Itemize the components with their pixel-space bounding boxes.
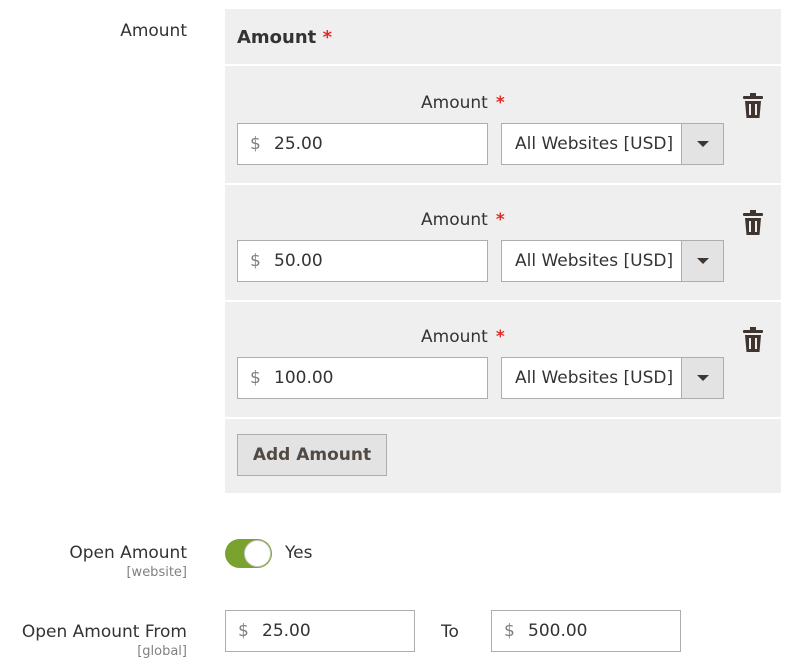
website-select-value: All Websites [USD] xyxy=(515,134,674,154)
amount-value[interactable]: 100.00 xyxy=(274,368,333,388)
currency-symbol: $ xyxy=(250,134,261,154)
website-select[interactable]: All Websites [USD] xyxy=(501,123,724,165)
open-amount-label: Open Amount xyxy=(69,543,187,563)
website-select-value: All Websites [USD] xyxy=(515,368,674,388)
open-amount-from-scope: [global] xyxy=(137,644,187,659)
amount-panel-title: Amount * xyxy=(237,27,332,48)
amount-row-label: Amount * xyxy=(421,93,505,113)
website-select[interactable]: All Websites [USD] xyxy=(501,357,724,399)
amount-field-label: Amount xyxy=(120,21,187,41)
open-amount-from-input[interactable]: $ 25.00 xyxy=(225,610,415,652)
amount-row-label-text: Amount xyxy=(421,327,488,347)
amount-row: Amount * $ 25.00 All Websites [USD] xyxy=(225,68,781,185)
website-select[interactable]: All Websites [USD] xyxy=(501,240,724,282)
amount-panel-title-text: Amount xyxy=(237,27,317,48)
amount-price-input[interactable]: $ 25.00 xyxy=(237,123,488,165)
amount-panel-header: Amount * xyxy=(225,9,781,66)
chevron-down-icon[interactable] xyxy=(681,358,723,398)
open-amount-toggle[interactable] xyxy=(225,539,272,568)
add-amount-button[interactable]: Add Amount xyxy=(237,434,387,476)
amount-value[interactable]: 50.00 xyxy=(274,251,323,271)
open-amount-toggle-label: Yes xyxy=(285,543,313,563)
currency-symbol: $ xyxy=(238,621,249,641)
amount-row: Amount * $ 50.00 All Websites [USD] xyxy=(225,185,781,302)
amount-panel: Amount * Amount * $ 25.00 All Websites [U… xyxy=(225,9,781,493)
required-mark: * xyxy=(495,93,505,113)
chevron-down-icon[interactable] xyxy=(681,124,723,164)
chevron-down-icon[interactable] xyxy=(681,241,723,281)
trash-icon[interactable] xyxy=(743,327,763,352)
amount-row-label: Amount * xyxy=(421,327,505,347)
currency-symbol: $ xyxy=(250,368,261,388)
required-mark: * xyxy=(495,210,505,230)
to-label: To xyxy=(441,622,459,642)
amount-row-label: Amount * xyxy=(421,210,505,230)
website-select-value: All Websites [USD] xyxy=(515,251,674,271)
toggle-knob xyxy=(244,540,271,567)
amount-row-label-text: Amount xyxy=(421,93,488,113)
amount-price-input[interactable]: $ 50.00 xyxy=(237,240,488,282)
open-amount-to-value[interactable]: 500.00 xyxy=(528,621,587,641)
open-amount-scope: [website] xyxy=(126,565,187,580)
amount-value[interactable]: 25.00 xyxy=(274,134,323,154)
trash-icon[interactable] xyxy=(743,93,763,118)
required-mark: * xyxy=(495,327,505,347)
currency-symbol: $ xyxy=(250,251,261,271)
trash-icon[interactable] xyxy=(743,210,763,235)
required-mark: * xyxy=(322,27,332,48)
amount-price-input[interactable]: $ 100.00 xyxy=(237,357,488,399)
amount-row-label-text: Amount xyxy=(421,210,488,230)
open-amount-from-label: Open Amount From xyxy=(21,622,187,642)
open-amount-to-input[interactable]: $ 500.00 xyxy=(491,610,681,652)
amount-row: Amount * $ 100.00 All Websites [USD] xyxy=(225,302,781,419)
currency-symbol: $ xyxy=(504,621,515,641)
open-amount-from-value[interactable]: 25.00 xyxy=(262,621,311,641)
